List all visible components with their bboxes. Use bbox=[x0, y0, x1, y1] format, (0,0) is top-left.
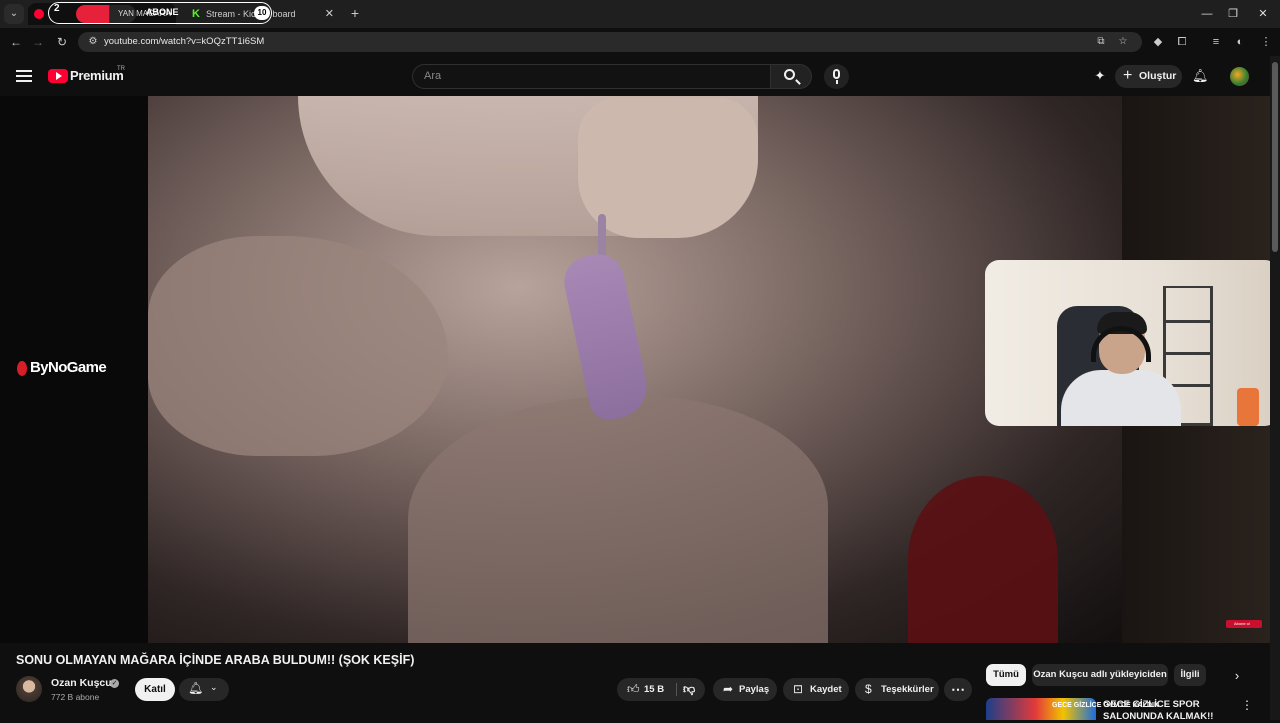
site-info-icon[interactable]: ⚙ bbox=[86, 35, 100, 49]
browser-menu-icon[interactable]: ⋮ bbox=[1258, 34, 1274, 50]
save-bookmark-icon: ⊡ bbox=[793, 682, 804, 696]
premium-sparkle-icon[interactable]: ✦ bbox=[1092, 68, 1108, 84]
thanks-label: Teşekkürler bbox=[881, 684, 934, 695]
chip-all[interactable]: Tümü bbox=[986, 664, 1026, 686]
cave-rock bbox=[148, 236, 448, 456]
region-code: TR bbox=[117, 66, 125, 72]
cave-rock bbox=[408, 396, 828, 643]
profile-icon[interactable]: ◐ bbox=[1232, 34, 1248, 50]
webcam-overlay bbox=[985, 260, 1279, 426]
dislike-icon[interactable]: 👎︎ bbox=[683, 678, 695, 701]
like-icon[interactable]: 👍︎ bbox=[627, 678, 640, 701]
overlay-abone-label: ABONE bbox=[146, 7, 179, 17]
chevron-down-icon: ⌄ bbox=[210, 682, 218, 692]
verified-check-icon: ✓ bbox=[110, 679, 119, 688]
back-icon[interactable]: ← bbox=[8, 34, 24, 50]
chip-related[interactable]: İlgili bbox=[1174, 664, 1206, 686]
person-red-shirt bbox=[908, 476, 1058, 643]
scrollbar-thumb[interactable] bbox=[1272, 62, 1278, 252]
subscription-bell-button[interactable]: 🔔︎ ⌄ bbox=[179, 678, 229, 701]
forward-icon[interactable]: → bbox=[30, 34, 46, 50]
search-button[interactable] bbox=[770, 64, 812, 89]
subscriber-count: 772 B abone bbox=[51, 692, 100, 702]
more-vert-icon[interactable]: ⋮ bbox=[1240, 698, 1254, 712]
join-button[interactable]: Katıl bbox=[135, 678, 175, 701]
thanks-icon: $ bbox=[865, 682, 872, 696]
video-frame-cave bbox=[148, 96, 1122, 643]
video-title: SONU OLMAYAN MAĞARA İÇİNDE ARABA BULDUM!… bbox=[16, 653, 415, 667]
subscribe-corner-badge: Abone ol bbox=[1226, 620, 1262, 628]
share-button[interactable]: ➦ Paylaş bbox=[713, 678, 777, 701]
close-window-icon[interactable]: ✕ bbox=[1246, 0, 1280, 28]
extension-icon[interactable]: ◆ bbox=[1150, 34, 1166, 50]
search-icon bbox=[784, 69, 795, 80]
orange-bottle bbox=[1237, 388, 1259, 426]
save-button[interactable]: ⊡ Kaydet bbox=[783, 678, 849, 701]
chip-uploader[interactable]: Ozan Kuşcu adlı yükleyiciden bbox=[1032, 664, 1168, 686]
overlay-count: 2 bbox=[54, 3, 60, 14]
create-button[interactable]: Oluştur bbox=[1115, 64, 1182, 88]
url-text: youtube.com/watch?v=kOQzTT1i6SM bbox=[104, 36, 265, 47]
channel-avatar[interactable] bbox=[16, 676, 42, 702]
reload-icon[interactable]: ↻ bbox=[54, 34, 70, 50]
overlay-badge: 10 bbox=[254, 6, 270, 20]
streamer-body bbox=[1061, 370, 1181, 426]
search-input[interactable]: Ara bbox=[412, 64, 770, 89]
voice-search-button[interactable] bbox=[824, 64, 849, 89]
account-avatar[interactable] bbox=[1230, 67, 1249, 86]
address-bar-row: ← → ↻ ⚙ youtube.com/watch?v=kOQzTT1i6SM … bbox=[0, 28, 1280, 56]
youtube-logo-icon[interactable] bbox=[48, 69, 68, 83]
tab-search-dropdown[interactable]: ⌄ bbox=[4, 4, 24, 24]
install-app-icon[interactable]: ⧉ bbox=[1094, 35, 1108, 49]
recommendation-title[interactable]: GECE GİZLİCE SPOR SALONUNDA KALMAK!! bbox=[1103, 699, 1223, 723]
more-actions-button[interactable]: ⋯ bbox=[944, 678, 972, 701]
bynogame-watermark: ByNoGame bbox=[30, 359, 107, 376]
bat-figure bbox=[559, 214, 653, 424]
channel-name[interactable]: Ozan Kuşcu bbox=[51, 677, 112, 689]
like-divider bbox=[676, 683, 677, 696]
maximize-icon[interactable]: ❐ bbox=[1216, 0, 1250, 28]
share-icon: ➦ bbox=[723, 682, 734, 696]
youtube-header: Premium TR Ara ✦ Oluştur 🔔︎ bbox=[0, 56, 1280, 96]
logo-text[interactable]: Premium bbox=[70, 68, 124, 83]
youtube-favicon-icon bbox=[34, 9, 44, 19]
like-dislike-group[interactable]: 👍︎ 15 B 👎︎ bbox=[617, 678, 705, 701]
menu-icon[interactable] bbox=[16, 68, 32, 84]
reading-list-icon[interactable]: ≡ bbox=[1208, 34, 1224, 50]
bynogame-logo-icon bbox=[17, 361, 27, 376]
bell-icon: 🔔︎ bbox=[188, 681, 204, 695]
extensions-puzzle-icon[interactable]: ⧠ bbox=[1174, 34, 1190, 50]
bat-body bbox=[559, 249, 653, 424]
save-label: Kaydet bbox=[810, 684, 842, 695]
new-tab-button[interactable]: + bbox=[346, 4, 364, 22]
streamer bbox=[1061, 312, 1181, 426]
bookmark-star-icon[interactable]: ☆ bbox=[1116, 35, 1130, 49]
share-label: Paylaş bbox=[739, 684, 770, 695]
close-tab-icon[interactable]: ✕ bbox=[325, 3, 334, 25]
notifications-bell-icon[interactable]: 🔔︎ bbox=[1192, 68, 1209, 84]
chevron-right-icon[interactable]: › bbox=[1228, 667, 1246, 685]
thanks-button[interactable]: $ Teşekkürler bbox=[855, 678, 939, 701]
url-field[interactable]: ⚙ youtube.com/watch?v=kOQzTT1i6SM ⧉ ☆ bbox=[78, 32, 1142, 52]
like-count: 15 B bbox=[644, 684, 665, 695]
browser-tab-bar: ⌄ YAN MAĞARA K Stream - Kick board ✕ 2 A… bbox=[0, 0, 1280, 28]
